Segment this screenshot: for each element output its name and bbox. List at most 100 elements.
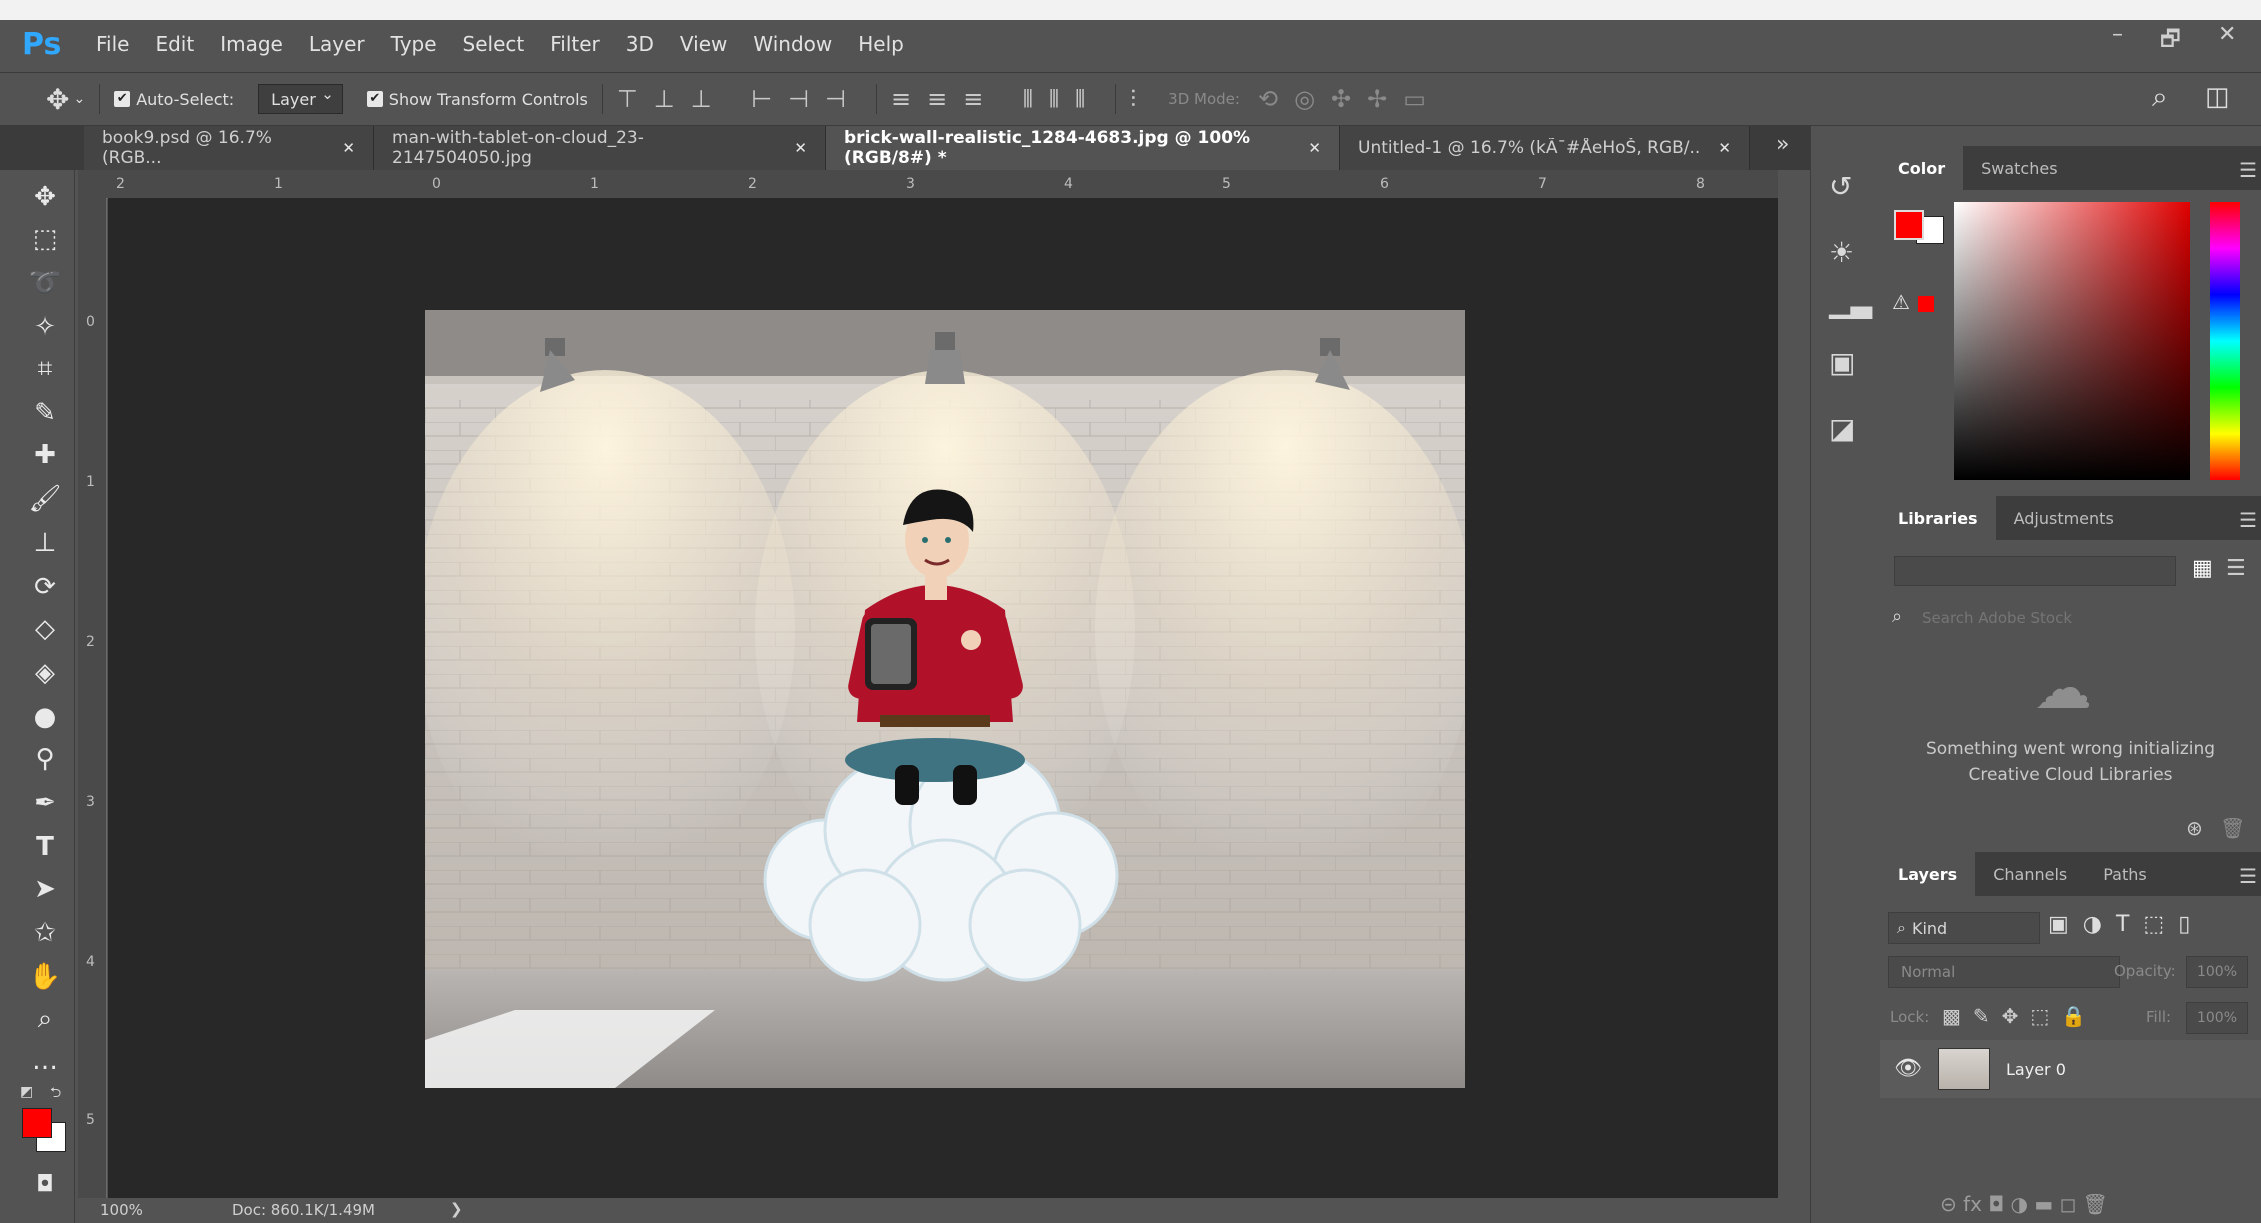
menu-type[interactable]: Type (391, 32, 437, 56)
ruler-label: 8 (1696, 176, 1705, 192)
panel-menu-icon[interactable]: ☰ (2239, 508, 2257, 532)
tab-untitled-1[interactable]: Untitled-1 @ 16.7% (kÃ¯#ÅeHoŠ, RGB/... ✕ (1340, 126, 1750, 170)
history-icon[interactable]: ↺ (1829, 170, 1852, 203)
tab-book9[interactable]: book9.psd @ 16.7% (RGB... ✕ (84, 126, 374, 170)
hand-tool-icon[interactable]: ✋ (28, 960, 62, 994)
quick-mask-icon[interactable]: ◘ (28, 1168, 62, 1202)
close-icon[interactable]: ✕ (1718, 139, 1731, 157)
tab-channels[interactable]: Channels (1975, 852, 2085, 896)
search-icon[interactable]: ⌕ (2152, 80, 2168, 114)
auto-select-target-dropdown[interactable]: Layer (258, 84, 343, 114)
document-image[interactable] (425, 310, 1465, 1088)
out-of-gamut-warning-icon[interactable]: ⚠ (1892, 290, 1910, 314)
layer-filter-icons[interactable]: ▣◑T⬚▯ (2048, 912, 2204, 937)
menu-window[interactable]: Window (753, 32, 832, 56)
move-tool-icon[interactable]: ✥ (28, 180, 62, 214)
workspace-icon[interactable]: ◫ (2205, 82, 2230, 112)
lock-icons[interactable]: ▩✎✥⬚🔒 (1942, 1004, 2098, 1028)
menu-help[interactable]: Help (858, 32, 904, 56)
tab-paths[interactable]: Paths (2085, 852, 2164, 896)
menu-image[interactable]: Image (220, 32, 283, 56)
layer-row[interactable]: 👁 Layer 0 (1880, 1040, 2261, 1098)
dodge-tool-icon[interactable]: ⚲ (28, 742, 62, 776)
brush-tool-icon[interactable]: 🖌 (28, 482, 62, 516)
eye-icon[interactable]: 👁 (1894, 1056, 1922, 1081)
stock-icon[interactable]: ⊛ (2186, 816, 2203, 840)
minimize-button[interactable]: – (2112, 22, 2123, 47)
blur-tool-icon[interactable]: ● (28, 700, 62, 734)
color-field[interactable] (1954, 202, 2190, 480)
panel-menu-icon[interactable]: ☰ (2239, 864, 2257, 888)
tab-color[interactable]: Color (1880, 146, 1964, 190)
close-icon[interactable]: ✕ (794, 139, 807, 157)
type-tool-icon[interactable]: T (28, 830, 62, 864)
healing-brush-icon[interactable]: ✚ (28, 438, 62, 472)
tab-overflow-button[interactable]: » (1776, 132, 1789, 157)
shape-tool-icon[interactable]: ✩ (28, 916, 62, 950)
chevron-down-icon[interactable]: ⌄ (73, 91, 85, 107)
library-dropdown[interactable] (1894, 556, 2176, 586)
fill-input[interactable]: 100% (2186, 1002, 2248, 1034)
close-icon[interactable]: ✕ (342, 139, 355, 157)
tab-libraries[interactable]: Libraries (1880, 496, 1996, 540)
trash-icon[interactable]: 🗑 (2220, 816, 2245, 840)
status-menu-arrow[interactable]: ❯ (450, 1200, 463, 1218)
eyedropper-icon[interactable]: ✎ (28, 396, 62, 430)
histogram-icon[interactable]: ▁▃ (1829, 286, 1872, 319)
history-brush-icon[interactable]: ⟳ (28, 570, 62, 604)
close-icon[interactable]: ✕ (1308, 139, 1321, 157)
grid-view-icon[interactable]: ▦ (2192, 556, 2213, 581)
magic-wand-icon[interactable]: ✧ (28, 310, 62, 344)
menu-select[interactable]: Select (463, 32, 525, 56)
blend-mode-dropdown[interactable]: Normal (1888, 956, 2120, 988)
default-colors-icon[interactable]: ◩ (20, 1084, 33, 1100)
tab-brick-wall[interactable]: brick-wall-realistic_1284-4683.jpg @ 100… (826, 126, 1340, 170)
properties-icon[interactable]: ▣ (1829, 346, 1855, 379)
path-selection-icon[interactable]: ➤ (28, 872, 62, 906)
menu-3d[interactable]: 3D (626, 32, 654, 56)
opacity-input[interactable]: 100% (2186, 956, 2248, 988)
zoom-tool-icon[interactable]: ⌕ (28, 1002, 62, 1036)
ruler-label: 3 (906, 176, 915, 192)
menu-file[interactable]: File (96, 32, 129, 56)
lasso-tool-icon[interactable]: ➰ (28, 266, 62, 300)
stock-search-input[interactable] (1920, 604, 2244, 632)
auto-align-icon[interactable]: ⫶ (1130, 85, 1152, 113)
foreground-color-swatch[interactable] (22, 1108, 52, 1138)
show-transform-checkbox[interactable]: ✔ (366, 91, 383, 107)
move-tool-icon[interactable]: ✥ (46, 83, 69, 116)
marquee-tool-icon[interactable]: ⬚ (28, 222, 62, 256)
foreground-color-swatch[interactable] (1894, 210, 1924, 240)
layer-name[interactable]: Layer 0 (2006, 1060, 2066, 1079)
3d-mode-icons[interactable]: ⟲◎✣✢▭ (1258, 85, 1442, 113)
swap-colors-icon[interactable]: ⮌ (50, 1082, 61, 1106)
menu-edit[interactable]: Edit (155, 32, 194, 56)
restore-button[interactable]: 🗗 (2160, 22, 2181, 60)
more-tools-icon[interactable]: … (28, 1044, 62, 1078)
hue-slider[interactable] (2210, 202, 2240, 480)
menu-view[interactable]: View (680, 32, 727, 56)
align-icons[interactable]: ⊤⊥⊥ ⊢⊣⊣ (617, 85, 862, 113)
tab-adjustments[interactable]: Adjustments (1996, 496, 2132, 540)
distribute-icons[interactable]: ≡≡≡ ⫴⫴⫴ (891, 85, 1101, 113)
list-view-icon[interactable]: ☰ (2226, 556, 2246, 581)
stamp-tool-icon[interactable]: ⊥ (28, 526, 62, 560)
tab-layers[interactable]: Layers (1880, 852, 1976, 896)
panel-menu-icon[interactable]: ☰ (2239, 158, 2257, 182)
zoom-level[interactable]: 100% (100, 1201, 143, 1219)
menu-filter[interactable]: Filter (550, 32, 600, 56)
pen-tool-icon[interactable]: ✒ (28, 786, 62, 820)
paint-bucket-icon[interactable]: ◈ (28, 656, 62, 690)
close-button[interactable]: ✕ (2218, 22, 2236, 47)
layers-footer-icons[interactable]: ⊝ fx ◘ ◑ ▬ ◻ 🗑 (1940, 1192, 2108, 1216)
gamut-color-swatch[interactable] (1918, 296, 1934, 312)
auto-select-checkbox[interactable]: ✔ (114, 91, 131, 107)
crop-tool-icon[interactable]: ⌗ (28, 352, 62, 386)
layer-kind-filter[interactable]: ⌕ Kind (1888, 912, 2040, 944)
menu-layer[interactable]: Layer (309, 32, 365, 56)
brightness-icon[interactable]: ☀ (1829, 236, 1854, 269)
tab-man-with-tablet[interactable]: man-with-tablet-on-cloud_23-2147504050.j… (374, 126, 826, 170)
character-icon[interactable]: ◪ (1829, 412, 1855, 445)
tab-swatches[interactable]: Swatches (1963, 146, 2075, 190)
eraser-tool-icon[interactable]: ◇ (28, 612, 62, 646)
